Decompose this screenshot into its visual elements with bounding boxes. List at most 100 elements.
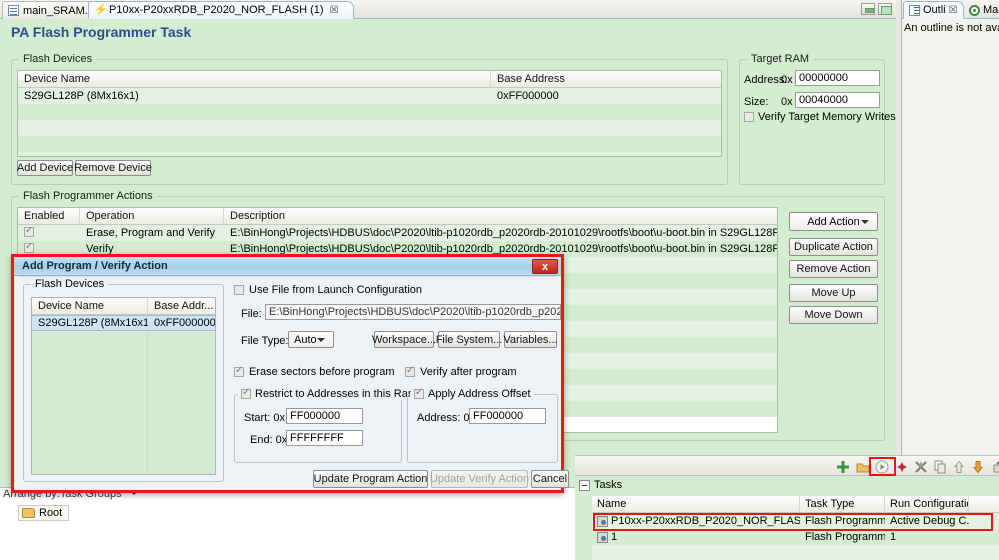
file-system-button[interactable]: File System... [436,331,502,348]
file-type-value: Auto [294,333,317,346]
add-action-label: Add Action [807,215,860,228]
verify-after-row[interactable]: Verify after program [405,365,517,378]
move-down-button[interactable]: Move Down [789,306,878,324]
tab-flash-task[interactable]: ⚡ P10xx-P20xxRDB_P2020_NOR_FLASH (1) ☒ [88,1,354,19]
column-run-configuration[interactable]: Run Configuration [885,496,969,512]
target-ram-size-input[interactable]: 00040000 [795,92,880,108]
flash-devices-group-label: Flash Devices [19,53,97,65]
collapse-icon[interactable] [579,479,590,491]
copy-icon[interactable] [933,460,947,474]
table-row-empty [32,459,215,474]
tab-make-target[interactable]: Ma [964,1,999,19]
cell-enabled[interactable] [18,227,80,239]
column-device-name[interactable]: Device Name [32,298,148,314]
remove-device-button[interactable]: Remove Device [74,160,152,176]
delete-icon[interactable] [895,460,909,474]
page-title: PA Flash Programmer Task [11,24,192,40]
table-row[interactable]: S29GL128P (8Mx16x1) 0xFF000000 [18,88,721,104]
offset-address-label: Address: 0x [417,412,476,424]
remove-action-button[interactable]: Remove Action [789,260,878,278]
minimize-icon[interactable] [861,3,875,15]
enabled-checkbox[interactable] [24,243,34,253]
outline-view: Outli ☒ Ma An outline is not availab [901,0,999,487]
move-up-button[interactable]: Move Up [789,284,878,302]
end-address-input[interactable]: FFFFFFFF [286,430,363,446]
tasks-table[interactable]: Name Task Type Run Configuration P10xx-P… [592,496,999,560]
dialog-flash-devices-table[interactable]: Device Name Base Addr... S29GL128P (8Mx1… [31,297,216,475]
tab-outline[interactable]: Outli ☒ [903,1,964,19]
update-program-action-button[interactable]: Update Program Action [313,470,428,488]
application-window: main_SRAM.c ⚡ P10xx-P20xxRDB_P2020_NOR_F… [0,0,999,560]
cell-device-name: S29GL128P (8Mx16x1) [24,90,139,102]
table-header: Enabled Operation Description [18,208,777,225]
remove-all-icon[interactable] [914,460,928,474]
verify-after-checkbox[interactable] [405,365,415,377]
dialog-titlebar[interactable]: Add Program / Verify Action x [14,257,561,276]
tab-label: Outli [923,4,946,16]
update-verify-action-button: Update Verify Action [430,470,529,488]
restrict-range-checkbox[interactable] [241,387,251,399]
move-down-icon[interactable] [971,460,985,474]
add-icon[interactable] [836,460,850,474]
verify-target-memory-writes-label: Verify Target Memory Writes [758,111,896,123]
column-operation[interactable]: Operation [80,208,224,224]
start-address-input[interactable]: FF000000 [286,408,363,424]
close-icon[interactable]: ☒ [949,5,958,16]
workspace-button[interactable]: Workspace... [372,331,436,348]
close-icon[interactable]: x [532,259,558,274]
variables-button[interactable]: Variables... [503,331,558,348]
tab-label: Ma [983,4,999,16]
add-action-dropdown[interactable]: Add Action [789,212,878,231]
address-offset-row[interactable]: Apply Address Offset [411,387,534,400]
offset-address-input[interactable]: FF000000 [469,408,546,424]
use-launch-config-row[interactable]: Use File from Launch Configuration [234,284,422,296]
flash-devices-table[interactable]: Device Name Base Address S29GL128P (8Mx1… [17,70,722,157]
file-label: File: [241,308,262,320]
column-name[interactable]: Name [592,496,800,512]
enabled-checkbox[interactable] [24,227,34,237]
target-ram-size-prefix: 0x [781,96,793,108]
tab-main-sram-c[interactable]: main_SRAM.c [2,1,102,19]
table-row[interactable]: Erase, Program and Verify E:\BinHong\Pro… [18,225,777,241]
address-offset-label: Apply Address Offset [428,388,531,400]
table-row[interactable]: 1 Flash Programm... 1 [592,529,999,545]
table-row[interactable]: P10xx-P20xxRDB_P2020_NOR_FLASH (1) Flash… [592,513,999,529]
file-type-label: File Type: [241,335,289,347]
maximize-icon[interactable] [878,3,892,15]
address-offset-checkbox[interactable] [414,387,424,399]
dialog-title: Add Program / Verify Action [22,260,168,272]
column-base-address[interactable]: Base Addr... [148,298,215,314]
column-base-address[interactable]: Base Address [491,71,721,87]
move-up-icon[interactable] [952,460,966,474]
run-icon[interactable] [875,460,889,474]
column-task-type[interactable]: Task Type [800,496,885,512]
erase-sectors-row[interactable]: Erase sectors before program [234,365,395,378]
import-icon[interactable] [993,460,999,474]
use-launch-config-label: Use File from Launch Configuration [249,284,423,296]
target-ram-address-input[interactable]: 00000000 [795,70,880,86]
target-ram-address-prefix: 0x [781,74,793,86]
start-address-label: Start: 0x [244,412,285,424]
task-name-label: 1 [611,531,618,543]
table-header: Device Name Base Address [18,71,721,88]
column-description[interactable]: Description [224,208,777,224]
column-enabled[interactable]: Enabled [18,208,80,224]
erase-sectors-checkbox[interactable] [234,365,244,377]
cancel-button[interactable]: Cancel [531,470,569,488]
restrict-range-row[interactable]: Restrict to Addresses in this Range [238,387,430,400]
outline-icon [909,4,920,16]
close-icon[interactable]: ☒ [330,5,339,16]
add-device-button[interactable]: Add Device [17,160,73,176]
verify-target-memory-writes-row[interactable]: Verify Target Memory Writes [744,111,896,123]
verify-target-memory-writes-checkbox[interactable] [744,112,754,122]
table-row-empty [32,347,215,363]
dialog-flash-devices-group-label: Flash Devices [31,278,109,290]
column-device-name[interactable]: Device Name [18,71,491,87]
use-launch-config-checkbox[interactable] [234,285,244,295]
tree-item-root[interactable]: Root [18,505,70,521]
file-type-dropdown[interactable]: Auto [288,331,334,348]
open-icon[interactable] [856,460,870,474]
table-row-selected[interactable]: S29GL128P (8Mx16x1) 0xFF000000 [32,315,215,331]
file-input[interactable]: E:\BinHong\Projects\HDBUS\doc\P2020\ltib… [265,304,561,320]
duplicate-action-button[interactable]: Duplicate Action [789,238,878,256]
